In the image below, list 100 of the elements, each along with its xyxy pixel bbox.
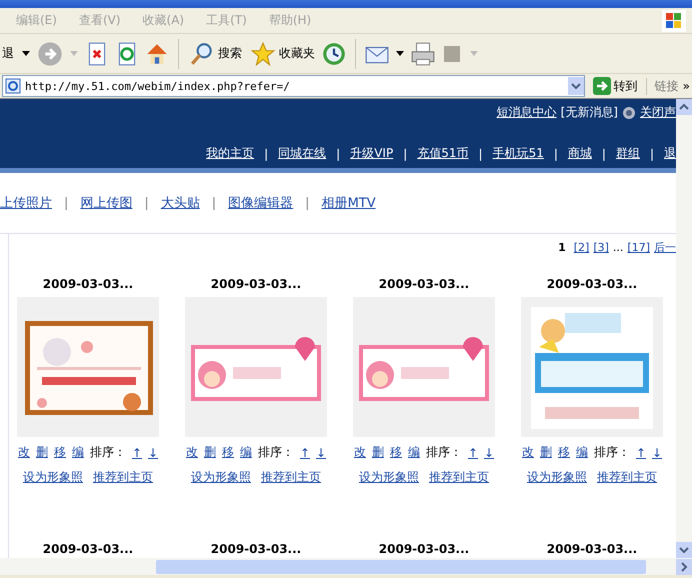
- speaker-icon: [622, 106, 636, 120]
- photo-link[interactable]: 设为形象照: [359, 469, 419, 486]
- action-link[interactable]: 移: [222, 444, 234, 461]
- action-link[interactable]: 删: [540, 444, 552, 461]
- photo-link[interactable]: 设为形象照: [23, 469, 83, 486]
- printer-icon: [410, 40, 436, 66]
- separator: |: [554, 146, 558, 160]
- photo-date: 2009-03-03...: [546, 277, 638, 291]
- page-ellipsis: ...: [612, 241, 624, 254]
- photo-link[interactable]: 设为形象照: [191, 469, 251, 486]
- message-status: [无新消息]: [560, 104, 618, 121]
- action-link[interactable]: 编: [576, 444, 588, 461]
- photo-date: 2009-03-03...: [42, 542, 134, 556]
- page-link[interactable]: [3]: [593, 241, 609, 254]
- more-links[interactable]: »: [682, 79, 692, 93]
- horizontal-scrollbar[interactable]: [0, 558, 692, 575]
- separator: |: [478, 146, 483, 160]
- action-link[interactable]: 编: [408, 444, 420, 461]
- action-link[interactable]: 移: [390, 444, 402, 461]
- scroll-up-button[interactable]: [676, 99, 692, 115]
- favorites-button[interactable]: 收藏夹: [248, 38, 317, 68]
- sound-link[interactable]: 关闭声: [640, 104, 676, 121]
- action-link[interactable]: 删: [372, 444, 384, 461]
- nav-link[interactable]: 同城在线: [278, 145, 326, 162]
- sort-label: 排序：: [90, 444, 126, 461]
- action-link[interactable]: 移: [558, 444, 570, 461]
- subnav-link[interactable]: 相册MTV: [322, 194, 376, 212]
- photo-link[interactable]: 推荐到主页: [429, 469, 489, 486]
- action-link[interactable]: 移: [54, 444, 66, 461]
- action-link[interactable]: 编: [72, 444, 84, 461]
- photo-link[interactable]: 推荐到主页: [261, 469, 321, 486]
- move-down-link[interactable]: ↓: [652, 446, 662, 460]
- subnav-link[interactable]: 上传照片: [0, 194, 52, 212]
- move-down-link[interactable]: ↓: [148, 446, 158, 460]
- move-up-link[interactable]: ↑: [132, 446, 142, 460]
- scroll-thumb[interactable]: [156, 560, 646, 574]
- photo-link[interactable]: 设为形象照: [527, 469, 587, 486]
- chevron-icon: [679, 102, 689, 112]
- photo-link[interactable]: 推荐到主页: [597, 469, 657, 486]
- sort-label: 排序：: [258, 444, 294, 461]
- search-button[interactable]: 搜索: [187, 38, 244, 68]
- scroll-right-button[interactable]: [676, 558, 692, 574]
- subnav-link[interactable]: 图像编辑器: [228, 194, 294, 212]
- subnav-link[interactable]: 大头贴: [160, 194, 200, 212]
- move-down-link[interactable]: ↓: [484, 446, 494, 460]
- action-link[interactable]: 删: [36, 444, 48, 461]
- messages-link[interactable]: 短消息中心: [496, 104, 557, 121]
- nav-link[interactable]: 商城: [568, 145, 592, 162]
- star-icon: [250, 40, 276, 66]
- nav-link[interactable]: 升级VIP: [350, 145, 394, 162]
- page-link[interactable]: [17]: [627, 241, 650, 254]
- separator: |: [403, 146, 408, 160]
- forward-icon: [36, 40, 64, 68]
- page-link[interactable]: 1: [558, 241, 566, 254]
- action-link[interactable]: 编: [240, 444, 252, 461]
- separator: |: [602, 146, 606, 160]
- photo-date: 2009-03-03...: [378, 277, 470, 291]
- nav-link[interactable]: 手机玩51: [492, 145, 544, 162]
- move-down-link[interactable]: ↓: [316, 446, 326, 460]
- next-page-link[interactable]: 后一: [654, 240, 676, 255]
- photo-date: 2009-03-03...: [42, 277, 134, 291]
- separator: |: [305, 196, 310, 210]
- action-link[interactable]: 删: [204, 444, 216, 461]
- caret-icon[interactable]: [396, 51, 404, 56]
- scroll-down-button[interactable]: [676, 542, 692, 558]
- chevron-icon: [570, 81, 581, 91]
- links-label[interactable]: 链接: [646, 78, 679, 94]
- subnav-link[interactable]: 网上传图: [80, 194, 132, 212]
- action-link[interactable]: 改: [18, 444, 30, 461]
- separator: |: [336, 146, 340, 160]
- back-button[interactable]: 退: [0, 43, 16, 64]
- move-up-link[interactable]: ↑: [468, 446, 478, 460]
- nav-link[interactable]: 退: [664, 145, 676, 162]
- sort-label: 排序：: [426, 444, 462, 461]
- page-link[interactable]: [2]: [574, 241, 590, 254]
- nav-link[interactable]: 我的主页: [206, 145, 254, 162]
- vertical-scrollbar[interactable]: [676, 99, 692, 558]
- windows-logo-icon: [662, 10, 686, 32]
- photo-date: 2009-03-03...: [378, 542, 470, 556]
- address-field[interactable]: http://my.51.com/webim/index.php?refer=/: [2, 75, 585, 97]
- sort-label: 排序：: [594, 444, 630, 461]
- action-link[interactable]: 改: [522, 444, 534, 461]
- action-link[interactable]: 改: [186, 444, 198, 461]
- go-button[interactable]: 转到: [588, 77, 642, 95]
- nav-link[interactable]: 群组: [616, 145, 640, 162]
- separator: |: [264, 146, 268, 160]
- nav-link[interactable]: 充值51币: [417, 145, 469, 162]
- separator: |: [212, 196, 216, 210]
- photo-link[interactable]: 推荐到主页: [93, 469, 153, 486]
- history-icon: [321, 40, 347, 66]
- photo-date: 2009-03-03...: [210, 542, 302, 556]
- photo-date: 2009-03-03...: [210, 277, 302, 291]
- separator: |: [650, 146, 654, 160]
- action-link[interactable]: 改: [354, 444, 366, 461]
- page-icon: [5, 78, 21, 94]
- caret-icon[interactable]: [22, 51, 30, 56]
- move-up-link[interactable]: ↑: [636, 446, 646, 460]
- photo-date: 2009-03-03...: [546, 542, 638, 556]
- dropdown-button[interactable]: [568, 77, 584, 95]
- move-up-link[interactable]: ↑: [300, 446, 310, 460]
